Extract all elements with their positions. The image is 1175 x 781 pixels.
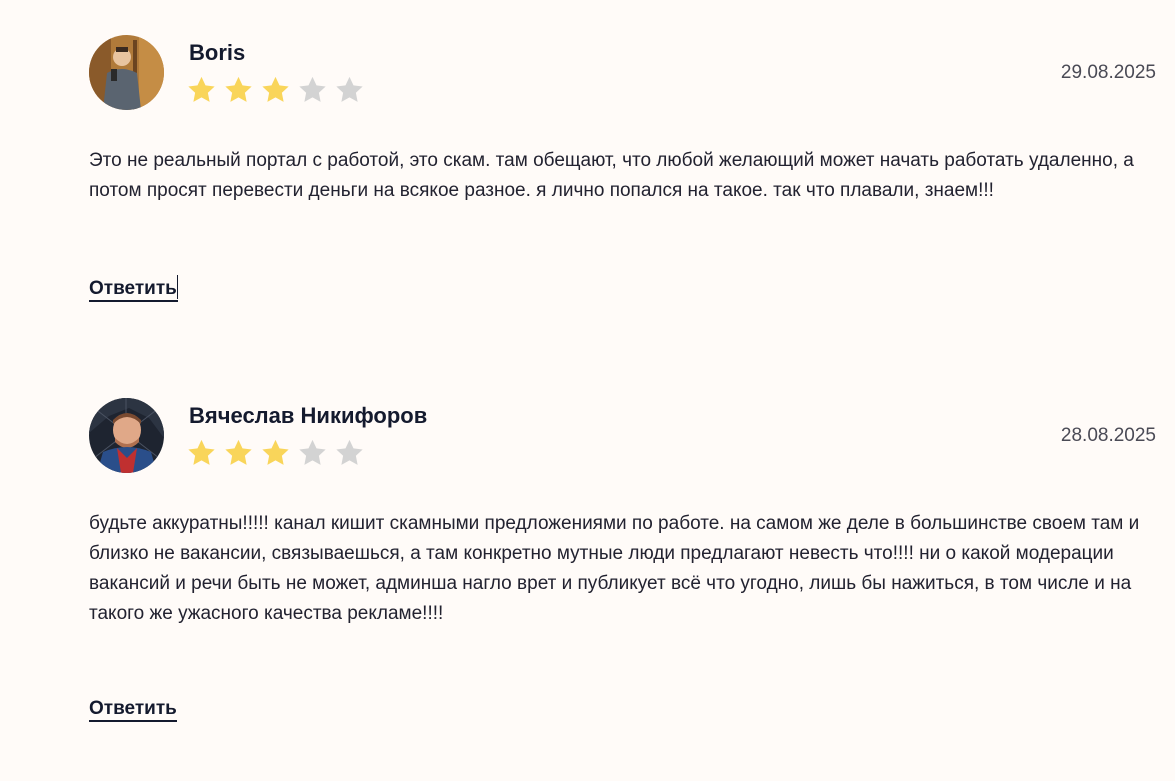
review-author: Boris [189,40,246,65]
review-text: будьте аккуратны!!!!! канал кишит скамны… [89,513,1140,624]
review-text: Это не реальный портал с работой, это ск… [89,150,1134,201]
reply-label: Ответить [89,698,177,719]
reply-link[interactable]: Ответить [89,698,177,722]
star-icon [336,76,363,102]
reply-link[interactable]: Ответить [89,275,178,302]
avatar[interactable] [89,35,164,110]
reply-label: Ответить [89,278,177,299]
star-icon [299,439,326,465]
rating-stars [186,438,365,468]
review-date: 29.08.2025 [1060,62,1156,83]
star-icon [336,439,363,465]
star-icon [225,76,252,102]
avatar-photo [89,35,164,110]
avatar-photo [89,398,164,473]
review-date: 28.08.2025 [1060,425,1156,446]
review-author: Вячеслав Никифоров [189,403,428,428]
star-icon [188,76,215,102]
rating-stars [186,75,365,105]
star-icon [262,76,289,102]
star-icon [299,76,326,102]
avatar[interactable] [89,398,164,473]
star-icon [262,439,289,465]
star-icon [225,439,252,465]
star-icon [188,439,215,465]
text-cursor [176,275,178,299]
